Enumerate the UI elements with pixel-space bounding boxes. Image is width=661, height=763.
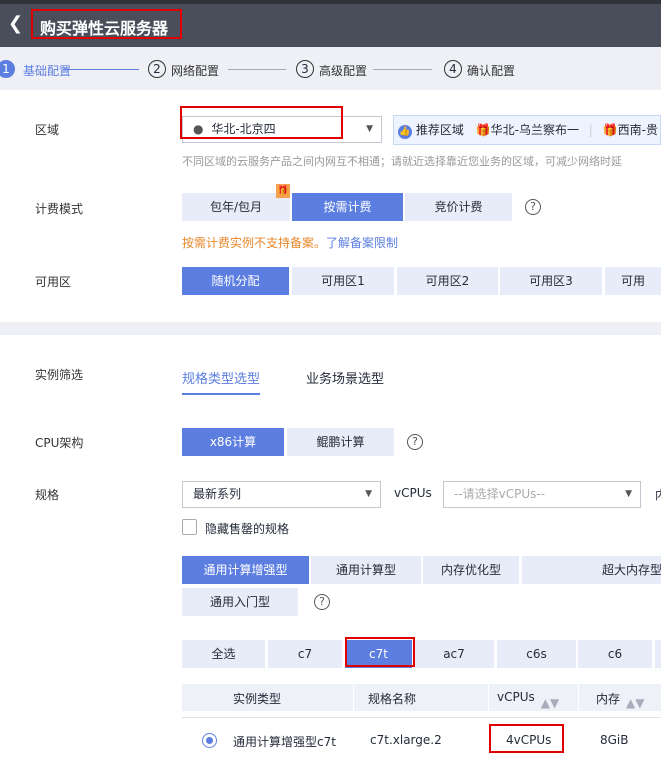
step-3-circle: 3 <box>296 60 314 78</box>
caret-down-icon: ▼ <box>625 489 632 499</box>
cpu-label: CPU架构 <box>35 436 84 450</box>
tab-spec-type[interactable]: 规格类型选型 <box>182 368 261 395</box>
region-value: 华北-北京四 <box>211 122 276 136</box>
type-entry[interactable]: 通用入门型 <box>182 588 298 616</box>
row-radio[interactable] <box>202 733 217 748</box>
series-more[interactable] <box>655 640 661 668</box>
region-label: 区域 <box>35 123 60 137</box>
az-1[interactable]: 可用区1 <box>292 267 394 295</box>
gift-icon: 🎁 <box>475 123 491 137</box>
spec-label: 规格 <box>35 488 60 502</box>
az-label: 可用区 <box>35 275 72 289</box>
az-random[interactable]: 随机分配 <box>182 267 289 295</box>
region-select[interactable]: ● 华北-北京四 ▼ <box>182 116 382 143</box>
az-4[interactable]: 可用 <box>605 267 661 295</box>
region-hint: 不同区域的云服务产品之间内网互不相通；请就近选择靠近您业务的区域，可减少网络时延 <box>182 155 622 168</box>
cell-name: c7t.xlarge.2 <box>370 733 442 747</box>
warning-text: 按需计费实例不支持备案。 <box>182 236 327 250</box>
sort-icon[interactable]: ▲▼ <box>626 696 644 710</box>
type-general[interactable]: 通用计算型 <box>311 556 421 584</box>
vcpus-label: vCPUs <box>394 486 432 500</box>
help-icon[interactable]: ? <box>314 594 330 610</box>
series-ac7[interactable]: ac7 <box>414 640 494 668</box>
series-c6[interactable]: c6 <box>578 640 652 668</box>
series-c7t[interactable]: c7t <box>345 640 412 668</box>
billing-warning: 按需计费实例不支持备案。了解备案限制 <box>182 234 398 251</box>
step-4-circle: 4 <box>444 60 462 78</box>
billing-yearly[interactable]: 包年/包月 <box>182 193 290 221</box>
cell-type: 通用计算增强型c7t <box>233 735 336 749</box>
section-divider <box>0 322 661 335</box>
type-memory-optimized[interactable]: 内存优化型 <box>423 556 519 584</box>
type-large-memory[interactable]: 超大内存型 <box>522 556 661 584</box>
recommend-label: 推荐区域 <box>415 123 464 137</box>
thumbs-up-icon: 👍 <box>398 125 412 139</box>
col-vcpus[interactable]: vCPUs ▲▼ <box>497 690 559 710</box>
table-row[interactable]: 通用计算增强型c7t c7t.xlarge.2 4vCPUs 8GiB <box>182 727 661 755</box>
hide-sold-out-label: 隐藏售罄的规格 <box>205 522 290 536</box>
col-memory[interactable]: 内存 ▲▼ <box>596 690 644 710</box>
series-c7[interactable]: c7 <box>268 640 342 668</box>
col-spec-name: 规格名称 <box>368 692 417 706</box>
location-icon: ● <box>193 122 204 136</box>
step-4[interactable]: 确认配置 <box>467 62 515 79</box>
cpu-kunpeng[interactable]: 鲲鹏计算 <box>287 428 394 456</box>
az-3[interactable]: 可用区3 <box>500 267 602 295</box>
step-2-circle: 2 <box>148 60 166 78</box>
gift-icon: 🎁 <box>276 184 290 198</box>
vcpus-placeholder: --请选择vCPUs-- <box>454 487 546 501</box>
tab-scenario[interactable]: 业务场景选型 <box>306 368 384 387</box>
type-general-enhanced[interactable]: 通用计算增强型 <box>182 556 309 584</box>
help-icon[interactable]: ? <box>407 434 423 450</box>
filing-limit-link[interactable]: 了解备案限制 <box>326 236 398 250</box>
billing-spot[interactable]: 竞价计费 <box>405 193 512 221</box>
series-c6s[interactable]: c6s <box>497 640 576 668</box>
hide-sold-out-checkbox[interactable] <box>182 519 197 535</box>
step-1-circle: 1 <box>0 60 15 78</box>
table-header: 实例类型 规格名称 vCPUs ▲▼ 内存 ▲▼ <box>182 684 661 711</box>
step-2[interactable]: 网络配置 <box>171 62 219 79</box>
series-value: 最新系列 <box>193 487 242 501</box>
recommend-region[interactable]: 西南-贵 <box>618 123 658 137</box>
vcpus-select[interactable]: --请选择vCPUs-- ▼ <box>443 481 641 508</box>
header-bar: ❮ 购买弹性云服务器 <box>0 0 661 47</box>
col-vcpus-label: vCPUs <box>497 690 535 704</box>
col-memory-label: 内存 <box>596 692 621 706</box>
filter-label: 实例筛选 <box>35 368 84 382</box>
col-instance-type: 实例类型 <box>233 692 282 706</box>
step-1[interactable]: 基础配置 <box>23 62 71 79</box>
sort-icon[interactable]: ▲▼ <box>541 696 559 710</box>
gift-icon: 🎁 <box>602 123 618 137</box>
cell-memory: 8GiB <box>600 733 629 747</box>
chevron-left-icon[interactable]: ❮ <box>8 13 23 34</box>
step-3[interactable]: 高级配置 <box>319 62 367 79</box>
billing-label: 计费模式 <box>35 202 84 216</box>
step-bar: 1 基础配置 2 网络配置 3 高级配置 4 确认配置 <box>0 47 661 90</box>
help-icon[interactable]: ? <box>525 199 541 215</box>
page-title: 购买弹性云服务器 <box>40 19 169 38</box>
az-2[interactable]: 可用区2 <box>397 267 498 295</box>
cell-vcpus: 4vCPUs <box>506 733 552 747</box>
recommend-region[interactable]: 华北-乌兰察布一 <box>491 123 579 137</box>
memory-label-cut: 内 <box>655 486 661 503</box>
billing-on-demand[interactable]: 按需计费 <box>292 193 403 221</box>
series-all[interactable]: 全选 <box>182 640 265 668</box>
cpu-x86[interactable]: x86计算 <box>182 428 284 456</box>
series-select[interactable]: 最新系列 ▼ <box>182 481 381 508</box>
caret-down-icon: ▼ <box>366 124 373 134</box>
recommend-regions: 👍 推荐区域 🎁华北-乌兰察布一 | 🎁西南-贵 <box>393 115 661 145</box>
caret-down-icon: ▼ <box>365 489 372 499</box>
